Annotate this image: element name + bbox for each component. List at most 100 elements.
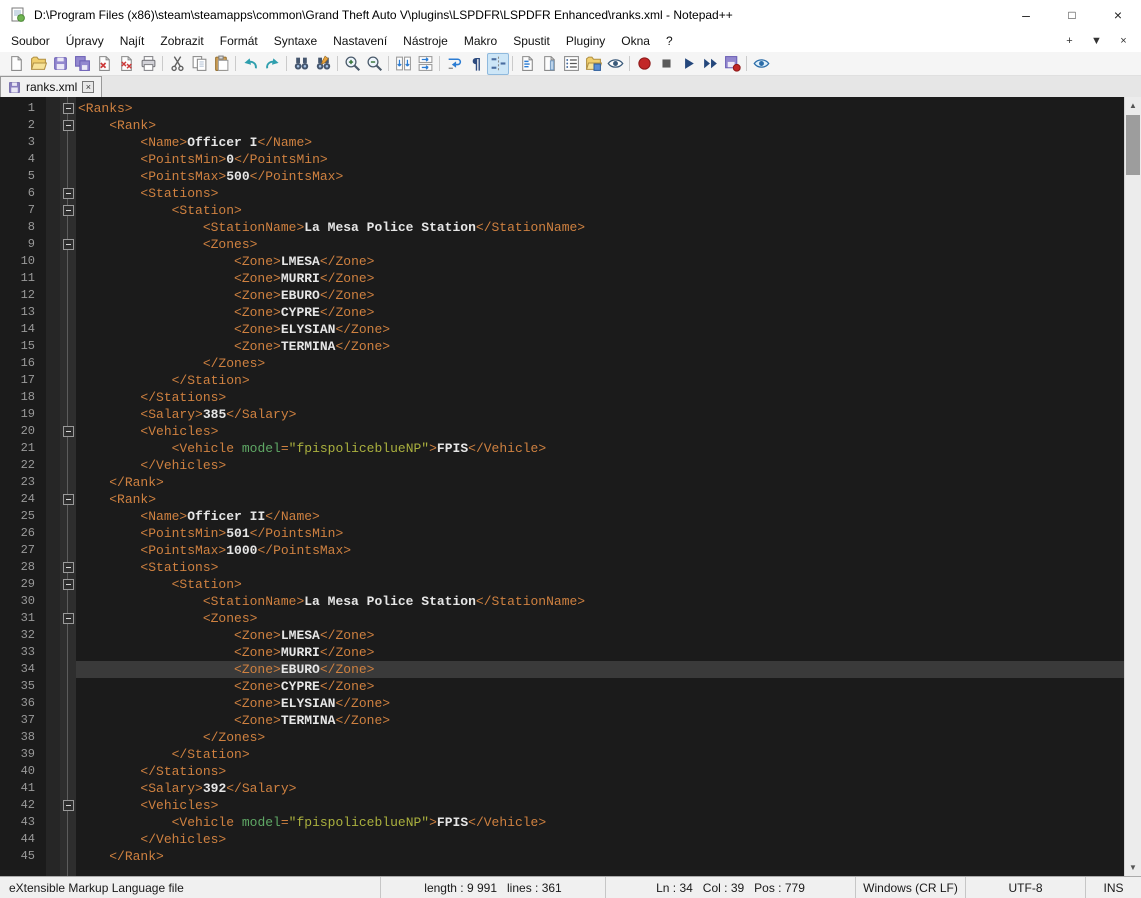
status-encoding[interactable]: UTF-8 (965, 877, 1085, 898)
show-all-characters-icon[interactable]: ¶ (465, 53, 487, 75)
tab-ranks-xml[interactable]: ranks.xml × (0, 76, 102, 97)
code-line[interactable]: <Zone>CYPRE</Zone> (76, 678, 1124, 695)
menu-item-najit[interactable]: Najít (112, 31, 153, 51)
status-insert-mode[interactable]: INS (1085, 877, 1141, 898)
word-wrap-icon[interactable] (443, 53, 465, 75)
code-line[interactable]: <PointsMin>0</PointsMin> (76, 151, 1124, 168)
replace-icon[interactable] (312, 53, 334, 75)
code-line[interactable]: <Zone>EBURO</Zone> (76, 287, 1124, 304)
menu-item-soubor[interactable]: Soubor (3, 31, 58, 51)
scroll-down-icon[interactable]: ▼ (1125, 859, 1141, 876)
code-line[interactable]: <Zone>EBURO</Zone> (76, 661, 1124, 678)
code-line[interactable]: </Stations> (76, 389, 1124, 406)
code-line[interactable]: <StationName>La Mesa Police Station</Sta… (76, 219, 1124, 236)
open-file-icon[interactable] (27, 53, 49, 75)
find-icon[interactable] (290, 53, 312, 75)
close-all-icon[interactable] (115, 53, 137, 75)
minimize-button[interactable]: – (1003, 0, 1049, 30)
code-line[interactable]: <PointsMax>500</PointsMax> (76, 168, 1124, 185)
scrollbar-thumb[interactable] (1126, 115, 1140, 175)
code-line[interactable]: <Ranks> (76, 100, 1124, 117)
code-line[interactable]: <Name>Officer II</Name> (76, 508, 1124, 525)
fold-toggle-icon[interactable] (63, 562, 74, 573)
menu-item-nastroje[interactable]: Nástroje (395, 31, 456, 51)
code-line[interactable]: <Zone>MURRI</Zone> (76, 644, 1124, 661)
fold-toggle-icon[interactable] (63, 579, 74, 590)
code-line[interactable]: <Zone>TERMINA</Zone> (76, 712, 1124, 729)
code-line[interactable]: <Zone>CYPRE</Zone> (76, 304, 1124, 321)
code-line[interactable]: </Station> (76, 372, 1124, 389)
code-line[interactable]: <Vehicle model="fpispoliceblueNP">FPIS</… (76, 814, 1124, 831)
bookmark-margin[interactable] (46, 97, 60, 876)
fold-toggle-icon[interactable] (63, 613, 74, 624)
code-area[interactable]: <Ranks> <Rank> <Name>Officer I</Name> <P… (76, 97, 1124, 876)
code-line[interactable]: <Zones> (76, 236, 1124, 253)
fold-toggle-icon[interactable] (63, 120, 74, 131)
code-line[interactable]: </Zones> (76, 355, 1124, 372)
menu-item-nastaveni[interactable]: Nastavení (325, 31, 395, 51)
menu-item-okna[interactable]: Okna (613, 31, 658, 51)
code-line[interactable]: </Vehicles> (76, 457, 1124, 474)
code-line[interactable]: <Zone>LMESA</Zone> (76, 253, 1124, 270)
code-line[interactable]: </Rank> (76, 848, 1124, 865)
code-line[interactable]: <Rank> (76, 491, 1124, 508)
menu-item-zobrazit[interactable]: Zobrazit (152, 31, 211, 51)
document-list-icon[interactable] (560, 53, 582, 75)
new-file-icon[interactable] (5, 53, 27, 75)
monitoring-icon[interactable] (604, 53, 626, 75)
code-line[interactable]: <Rank> (76, 117, 1124, 134)
document-map-icon[interactable] (538, 53, 560, 75)
code-line[interactable]: </Stations> (76, 763, 1124, 780)
indent-guide-icon[interactable] (487, 53, 509, 75)
code-line[interactable]: <Stations> (76, 185, 1124, 202)
cut-icon[interactable] (166, 53, 188, 75)
fold-toggle-icon[interactable] (63, 494, 74, 505)
code-line[interactable]: <Zone>LMESA</Zone> (76, 627, 1124, 644)
zoom-out-icon[interactable] (363, 53, 385, 75)
fold-toggle-icon[interactable] (63, 239, 74, 250)
record-macro-icon[interactable] (633, 53, 655, 75)
fold-toggle-icon[interactable] (63, 800, 74, 811)
code-line[interactable]: <Vehicles> (76, 423, 1124, 440)
code-line[interactable]: <Vehicles> (76, 797, 1124, 814)
menu-item-help[interactable]: ? (658, 31, 681, 51)
close-window-button[interactable]: × (1095, 0, 1141, 30)
code-line[interactable]: <Salary>385</Salary> (76, 406, 1124, 423)
code-line[interactable]: </Rank> (76, 474, 1124, 491)
run-macro-multiple-icon[interactable] (699, 53, 721, 75)
code-line[interactable]: <Zone>TERMINA</Zone> (76, 338, 1124, 355)
print-icon[interactable] (137, 53, 159, 75)
code-line[interactable]: <Zone>ELYSIAN</Zone> (76, 695, 1124, 712)
fold-toggle-icon[interactable] (63, 103, 74, 114)
save-macro-icon[interactable] (721, 53, 743, 75)
undo-icon[interactable] (239, 53, 261, 75)
menu-item-syntaxe[interactable]: Syntaxe (266, 31, 325, 51)
code-line[interactable]: </Zones> (76, 729, 1124, 746)
code-line[interactable]: <PointsMax>1000</PointsMax> (76, 542, 1124, 559)
function-list-icon[interactable] (516, 53, 538, 75)
sync-scroll-vertical-icon[interactable] (392, 53, 414, 75)
code-line[interactable]: <Salary>392</Salary> (76, 780, 1124, 797)
code-line[interactable]: <Vehicle model="fpispoliceblueNP">FPIS</… (76, 440, 1124, 457)
fold-toggle-icon[interactable] (63, 426, 74, 437)
folder-as-workspace-icon[interactable] (582, 53, 604, 75)
status-eol-format[interactable]: Windows (CR LF) (855, 877, 965, 898)
menu-plus-button[interactable]: + (1056, 35, 1083, 47)
menu-item-spustit[interactable]: Spustit (505, 31, 558, 51)
copy-icon[interactable] (188, 53, 210, 75)
menu-item-makro[interactable]: Makro (456, 31, 505, 51)
menu-item-pluginy[interactable]: Pluginy (558, 31, 613, 51)
code-line[interactable]: <StationName>La Mesa Police Station</Sta… (76, 593, 1124, 610)
fold-toggle-icon[interactable] (63, 188, 74, 199)
menu-tab-list-button[interactable]: ▼ (1083, 35, 1110, 47)
save-icon[interactable] (49, 53, 71, 75)
code-line[interactable]: <PointsMin>501</PointsMin> (76, 525, 1124, 542)
code-line[interactable]: <Name>Officer I</Name> (76, 134, 1124, 151)
stop-record-icon[interactable] (655, 53, 677, 75)
menu-close-doc-button[interactable]: × (1110, 35, 1137, 47)
maximize-button[interactable]: □ (1049, 0, 1095, 30)
menu-item-format[interactable]: Formát (212, 31, 266, 51)
save-all-icon[interactable] (71, 53, 93, 75)
code-line[interactable]: <Zone>ELYSIAN</Zone> (76, 321, 1124, 338)
zoom-in-icon[interactable] (341, 53, 363, 75)
